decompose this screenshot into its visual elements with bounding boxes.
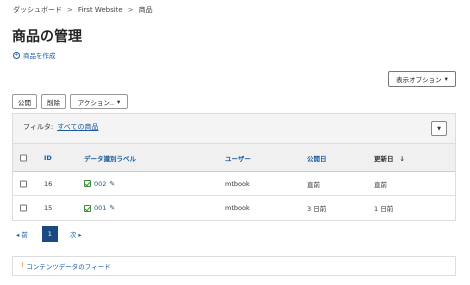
table-header: ID データ識別ラベル ユーザー 公開日 更新日 ↓	[13, 144, 455, 172]
row-label-text: 001	[94, 204, 107, 212]
current-page[interactable]: 1	[41, 226, 58, 242]
filter-toggle-button[interactable]: ▼	[431, 121, 447, 136]
publish-button-label: 公開	[18, 98, 31, 107]
row-modified: 直前	[374, 180, 387, 189]
breadcrumb-dashboard[interactable]: ダッシュボード	[13, 6, 62, 14]
breadcrumb-separator: >	[127, 6, 134, 14]
page-title: 商品の管理	[12, 29, 82, 45]
publish-button[interactable]: 公開	[12, 94, 37, 109]
filter-value-link[interactable]: すべての商品	[57, 123, 98, 131]
column-header-id[interactable]: ID	[44, 154, 52, 162]
table-row: 16 002 ✎ mtbook 直前 直前	[13, 172, 455, 196]
row-checkbox[interactable]	[20, 204, 27, 212]
prev-page-link[interactable]: ◂ 前	[16, 229, 28, 239]
arrow-down-icon: ↓	[399, 154, 405, 163]
caret-down-icon: ▾	[117, 97, 121, 106]
column-header-user[interactable]: ユーザー	[225, 153, 251, 163]
row-label-text: 002	[94, 179, 107, 188]
breadcrumb-separator: >	[67, 6, 73, 14]
action-dropdown[interactable]: アクション.. ▾	[70, 94, 128, 109]
feed-box: ⦚ コンテンツデータのフィード	[12, 256, 456, 276]
prev-page-label: 前	[21, 231, 28, 239]
breadcrumb-current: 商品	[138, 6, 153, 14]
row-checkbox[interactable]	[20, 180, 27, 187]
pencil-icon[interactable]: ✎	[109, 180, 115, 188]
caret-right-icon: ▸	[78, 231, 82, 239]
delete-button[interactable]: 削除	[41, 94, 66, 109]
create-item-label: 商品を作成	[23, 52, 56, 60]
caret-down-icon: ▾	[444, 75, 448, 83]
published-check-icon	[84, 180, 91, 187]
row-id: 15	[44, 204, 53, 212]
table-row: 15 001 ✎ mtbook 3 日前 1 日前	[13, 196, 455, 220]
published-check-icon	[84, 204, 91, 212]
display-options-label: 表示オプション	[396, 76, 442, 84]
row-modified: 1 日前	[374, 205, 394, 213]
caret-down-icon: ▼	[437, 125, 441, 132]
filter-bar: フィルタ: すべての商品 ▼	[12, 113, 456, 143]
delete-button-label: 削除	[47, 98, 60, 107]
row-label-link[interactable]: 001 ✎	[84, 204, 115, 212]
rss-icon: ⦚	[22, 262, 24, 269]
breadcrumb: ダッシュボード > First Website > 商品	[13, 5, 153, 15]
breadcrumb-website[interactable]: First Website	[78, 6, 123, 14]
filter-label-text: フィルタ:	[23, 123, 54, 131]
column-header-modified[interactable]: 更新日 ↓	[374, 153, 405, 163]
row-user: mtbook	[225, 179, 250, 188]
items-table: ID データ識別ラベル ユーザー 公開日 更新日 ↓ 16 002 ✎ mtboo…	[12, 143, 456, 221]
display-options-button[interactable]: 表示オプション ▾	[388, 71, 456, 87]
feed-link[interactable]: コンテンツデータのフィード	[26, 261, 110, 271]
column-header-label[interactable]: データ識別ラベル	[84, 153, 136, 163]
row-published: 3 日前	[307, 205, 327, 213]
pagination: ◂ 前 1 次 ▸	[12, 226, 82, 242]
row-id: 16	[44, 179, 53, 188]
create-item-link[interactable]: + 商品を作成	[13, 50, 56, 60]
row-label-link[interactable]: 002 ✎	[84, 180, 115, 188]
row-user: mtbook	[225, 204, 250, 212]
select-all-checkbox[interactable]	[20, 154, 27, 161]
filter-label: フィルタ: すべての商品	[23, 122, 98, 132]
column-header-published[interactable]: 公開日	[307, 153, 327, 163]
action-dropdown-label: アクション..	[77, 98, 115, 107]
next-page-label: 次	[69, 231, 77, 239]
plus-circle-icon: +	[13, 51, 20, 59]
pencil-icon[interactable]: ✎	[109, 204, 115, 212]
column-header-modified-label: 更新日	[374, 154, 394, 163]
row-published: 直前	[307, 180, 320, 189]
caret-left-icon: ◂	[16, 231, 20, 239]
next-page-link[interactable]: 次 ▸	[70, 229, 82, 239]
